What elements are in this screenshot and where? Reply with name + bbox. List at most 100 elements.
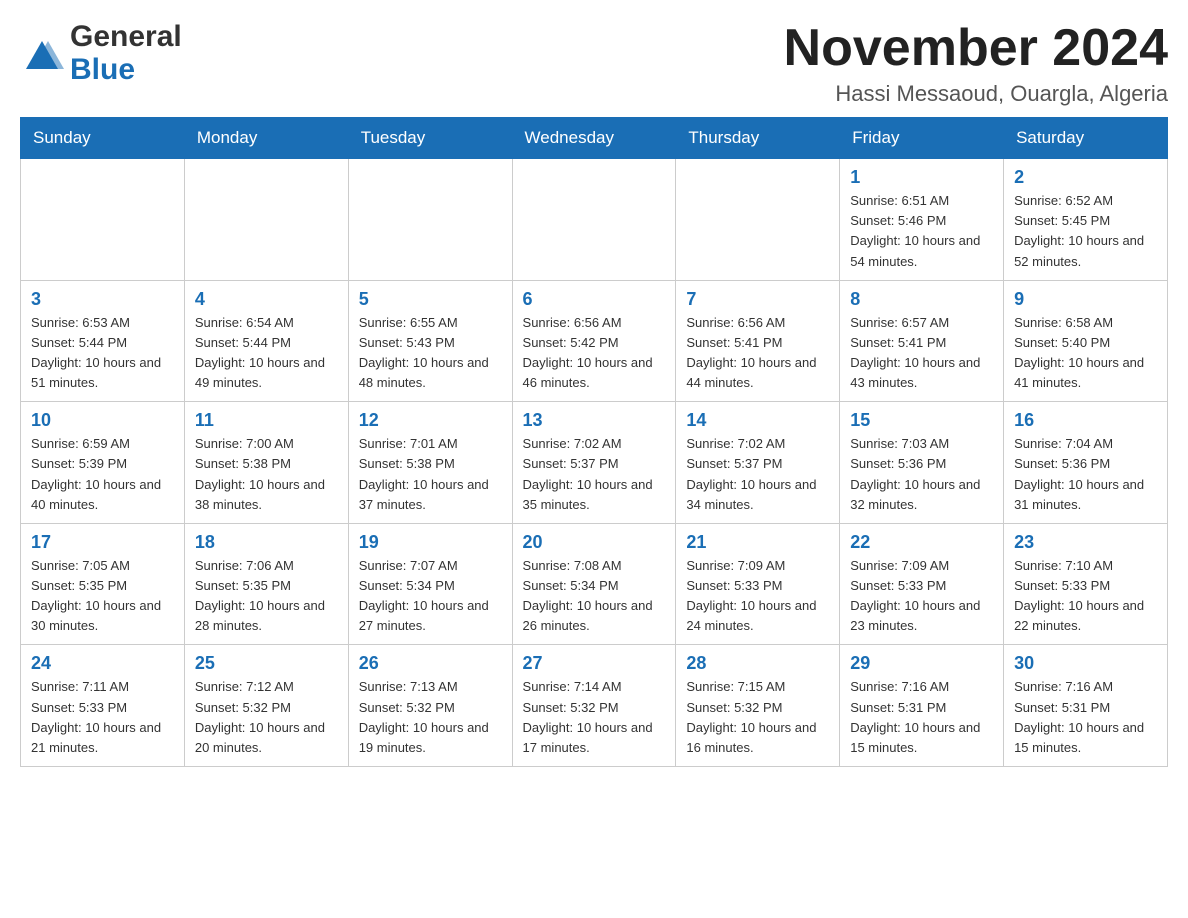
cell-w4-d7: 23 Sunrise: 7:10 AMSunset: 5:33 PMDayligh…	[1004, 523, 1168, 645]
day-info: Sunrise: 6:55 AMSunset: 5:43 PMDaylight:…	[359, 313, 502, 394]
day-number: 22	[850, 532, 993, 553]
day-number: 5	[359, 289, 502, 310]
cell-w1-d1	[21, 159, 185, 281]
col-wednesday: Wednesday	[512, 118, 676, 159]
day-number: 27	[523, 653, 666, 674]
day-info: Sunrise: 7:12 AMSunset: 5:32 PMDaylight:…	[195, 677, 338, 758]
cell-w3-d2: 11 Sunrise: 7:00 AMSunset: 5:38 PMDayligh…	[184, 402, 348, 524]
day-info: Sunrise: 7:15 AMSunset: 5:32 PMDaylight:…	[686, 677, 829, 758]
day-number: 25	[195, 653, 338, 674]
day-number: 20	[523, 532, 666, 553]
cell-w3-d5: 14 Sunrise: 7:02 AMSunset: 5:37 PMDayligh…	[676, 402, 840, 524]
logo-blue: Blue	[70, 53, 182, 86]
cell-w3-d7: 16 Sunrise: 7:04 AMSunset: 5:36 PMDayligh…	[1004, 402, 1168, 524]
cell-w5-d3: 26 Sunrise: 7:13 AMSunset: 5:32 PMDayligh…	[348, 645, 512, 767]
day-number: 1	[850, 167, 993, 188]
day-info: Sunrise: 7:16 AMSunset: 5:31 PMDaylight:…	[850, 677, 993, 758]
cell-w2-d6: 8 Sunrise: 6:57 AMSunset: 5:41 PMDaylight…	[840, 280, 1004, 402]
cell-w4-d3: 19Sunrise: 7:07 AMSunset: 5:34 PMDayligh…	[348, 523, 512, 645]
cell-w5-d5: 28 Sunrise: 7:15 AMSunset: 5:32 PMDayligh…	[676, 645, 840, 767]
day-number: 9	[1014, 289, 1157, 310]
day-number: 19	[359, 532, 502, 553]
col-monday: Monday	[184, 118, 348, 159]
day-info: Sunrise: 6:51 AMSunset: 5:46 PMDaylight:…	[850, 191, 993, 272]
logo-general: General	[70, 20, 182, 53]
day-number: 28	[686, 653, 829, 674]
cell-w5-d1: 24 Sunrise: 7:11 AMSunset: 5:33 PMDayligh…	[21, 645, 185, 767]
month-title: November 2024	[784, 20, 1168, 77]
day-number: 4	[195, 289, 338, 310]
day-number: 7	[686, 289, 829, 310]
day-info: Sunrise: 6:56 AMSunset: 5:41 PMDaylight:…	[686, 313, 829, 394]
day-number: 21	[686, 532, 829, 553]
cell-w2-d1: 3 Sunrise: 6:53 AMSunset: 5:44 PMDaylight…	[21, 280, 185, 402]
day-number: 29	[850, 653, 993, 674]
day-info: Sunrise: 6:57 AMSunset: 5:41 PMDaylight:…	[850, 313, 993, 394]
day-info: Sunrise: 7:00 AMSunset: 5:38 PMDaylight:…	[195, 434, 338, 515]
day-number: 13	[523, 410, 666, 431]
day-number: 30	[1014, 653, 1157, 674]
day-info: Sunrise: 7:02 AMSunset: 5:37 PMDaylight:…	[523, 434, 666, 515]
cell-w4-d4: 20 Sunrise: 7:08 AMSunset: 5:34 PMDayligh…	[512, 523, 676, 645]
day-info: Sunrise: 7:06 AMSunset: 5:35 PMDaylight:…	[195, 556, 338, 637]
day-info: Sunrise: 6:59 AMSunset: 5:39 PMDaylight:…	[31, 434, 174, 515]
cell-w4-d1: 17Sunrise: 7:05 AMSunset: 5:35 PMDayligh…	[21, 523, 185, 645]
cell-w2-d3: 5 Sunrise: 6:55 AMSunset: 5:43 PMDaylight…	[348, 280, 512, 402]
cell-w4-d2: 18Sunrise: 7:06 AMSunset: 5:35 PMDayligh…	[184, 523, 348, 645]
col-tuesday: Tuesday	[348, 118, 512, 159]
day-info: Sunrise: 7:13 AMSunset: 5:32 PMDaylight:…	[359, 677, 502, 758]
day-info: Sunrise: 7:04 AMSunset: 5:36 PMDaylight:…	[1014, 434, 1157, 515]
day-number: 11	[195, 410, 338, 431]
day-info: Sunrise: 7:10 AMSunset: 5:33 PMDaylight:…	[1014, 556, 1157, 637]
day-number: 8	[850, 289, 993, 310]
week-row-3: 10 Sunrise: 6:59 AMSunset: 5:39 PMDayligh…	[21, 402, 1168, 524]
cell-w3-d3: 12 Sunrise: 7:01 AMSunset: 5:38 PMDayligh…	[348, 402, 512, 524]
day-number: 10	[31, 410, 174, 431]
cell-w4-d5: 21Sunrise: 7:09 AMSunset: 5:33 PMDayligh…	[676, 523, 840, 645]
week-row-1: 1 Sunrise: 6:51 AMSunset: 5:46 PMDaylight…	[21, 159, 1168, 281]
day-number: 24	[31, 653, 174, 674]
day-info: Sunrise: 6:53 AMSunset: 5:44 PMDaylight:…	[31, 313, 174, 394]
day-info: Sunrise: 7:08 AMSunset: 5:34 PMDaylight:…	[523, 556, 666, 637]
cell-w5-d2: 25 Sunrise: 7:12 AMSunset: 5:32 PMDayligh…	[184, 645, 348, 767]
cell-w2-d2: 4Sunrise: 6:54 AMSunset: 5:44 PMDaylight…	[184, 280, 348, 402]
day-info: Sunrise: 6:52 AMSunset: 5:45 PMDaylight:…	[1014, 191, 1157, 272]
col-saturday: Saturday	[1004, 118, 1168, 159]
day-info: Sunrise: 7:11 AMSunset: 5:33 PMDaylight:…	[31, 677, 174, 758]
week-row-2: 3 Sunrise: 6:53 AMSunset: 5:44 PMDaylight…	[21, 280, 1168, 402]
day-number: 14	[686, 410, 829, 431]
cell-w1-d3	[348, 159, 512, 281]
cell-w3-d6: 15Sunrise: 7:03 AMSunset: 5:36 PMDayligh…	[840, 402, 1004, 524]
day-info: Sunrise: 7:02 AMSunset: 5:37 PMDaylight:…	[686, 434, 829, 515]
col-sunday: Sunday	[21, 118, 185, 159]
day-number: 3	[31, 289, 174, 310]
day-number: 23	[1014, 532, 1157, 553]
col-friday: Friday	[840, 118, 1004, 159]
cell-w4-d6: 22Sunrise: 7:09 AMSunset: 5:33 PMDayligh…	[840, 523, 1004, 645]
day-info: Sunrise: 6:56 AMSunset: 5:42 PMDaylight:…	[523, 313, 666, 394]
cell-w2-d4: 6 Sunrise: 6:56 AMSunset: 5:42 PMDaylight…	[512, 280, 676, 402]
day-number: 12	[359, 410, 502, 431]
cell-w1-d4	[512, 159, 676, 281]
col-thursday: Thursday	[676, 118, 840, 159]
day-number: 2	[1014, 167, 1157, 188]
cell-w2-d5: 7 Sunrise: 6:56 AMSunset: 5:41 PMDaylight…	[676, 280, 840, 402]
day-number: 26	[359, 653, 502, 674]
day-number: 16	[1014, 410, 1157, 431]
day-number: 15	[850, 410, 993, 431]
cell-w5-d6: 29 Sunrise: 7:16 AMSunset: 5:31 PMDayligh…	[840, 645, 1004, 767]
logo-icon	[20, 33, 64, 77]
calendar-header-row: Sunday Monday Tuesday Wednesday Thursday…	[21, 118, 1168, 159]
day-info: Sunrise: 7:14 AMSunset: 5:32 PMDaylight:…	[523, 677, 666, 758]
logo: General Blue	[20, 20, 182, 86]
page-header: General Blue November 2024 Hassi Messaou…	[20, 20, 1168, 107]
cell-w3-d4: 13 Sunrise: 7:02 AMSunset: 5:37 PMDayligh…	[512, 402, 676, 524]
location-title: Hassi Messaoud, Ouargla, Algeria	[784, 81, 1168, 107]
cell-w1-d2	[184, 159, 348, 281]
title-section: November 2024 Hassi Messaoud, Ouargla, A…	[784, 20, 1168, 107]
cell-w1-d6: 1 Sunrise: 6:51 AMSunset: 5:46 PMDaylight…	[840, 159, 1004, 281]
day-number: 6	[523, 289, 666, 310]
day-info: Sunrise: 7:01 AMSunset: 5:38 PMDaylight:…	[359, 434, 502, 515]
cell-w1-d7: 2 Sunrise: 6:52 AMSunset: 5:45 PMDaylight…	[1004, 159, 1168, 281]
cell-w5-d4: 27 Sunrise: 7:14 AMSunset: 5:32 PMDayligh…	[512, 645, 676, 767]
